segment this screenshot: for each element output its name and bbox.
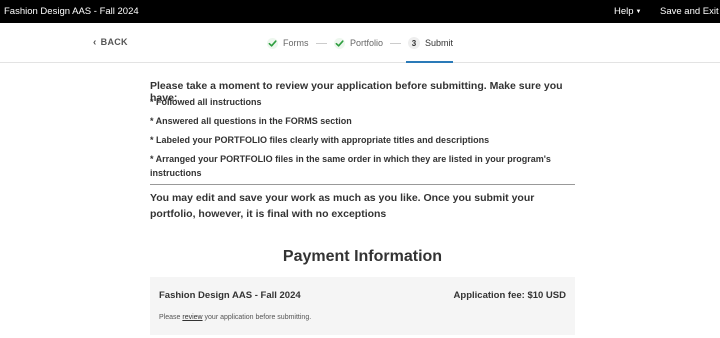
checklist-item: * Labeled your PORTFOLIO files clearly w… [150, 135, 490, 145]
payment-note: Please review your application before su… [159, 314, 311, 321]
divider [150, 184, 575, 185]
step-portfolio[interactable]: Portfolio [334, 35, 383, 51]
note-prefix: Please [159, 314, 183, 321]
back-label: BACK [100, 37, 128, 47]
caret-down-icon: ▼ [635, 9, 642, 15]
payment-program: Fashion Design AAS - Fall 2024 [159, 290, 301, 301]
payment-summary: Fashion Design AAS - Fall 2024 Applicati… [150, 277, 575, 335]
checklist-item: * Answered all questions in the FORMS se… [150, 116, 352, 126]
step-navigation: ‹ BACK Forms Portfolio 3 Submit [0, 23, 720, 63]
note-suffix: your application before submitting. [202, 314, 312, 321]
help-menu[interactable]: Help ▼ [614, 6, 642, 17]
step-separator [390, 43, 401, 44]
chevron-left-icon: ‹ [93, 37, 97, 48]
step-label: Portfolio [350, 38, 384, 48]
back-button[interactable]: ‹ BACK [93, 37, 128, 48]
step-separator [316, 43, 327, 44]
checklist-item: * Followed all instructions [150, 97, 262, 107]
step-submit[interactable]: 3 Submit [408, 35, 453, 51]
top-bar: Fashion Design AAS - Fall 2024 Help ▼ Sav… [0, 0, 720, 23]
application-fee: Application fee: $10 USD [453, 290, 566, 301]
save-and-exit-button[interactable]: Save and Exit [660, 6, 719, 17]
payment-heading: Payment Information [282, 248, 443, 265]
step-label: Submit [425, 38, 454, 48]
step-forms[interactable]: Forms [267, 35, 309, 51]
checklist-item: * Arranged your PORTFOLIO files in the s… [150, 154, 551, 178]
help-label: Help [614, 6, 634, 17]
app-title: Fashion Design AAS - Fall 2024 [4, 6, 139, 17]
review-link[interactable]: review [182, 314, 202, 321]
checkmark-icon [267, 37, 278, 49]
active-step-indicator [406, 61, 453, 63]
step-label: Forms [283, 38, 309, 48]
edit-note: You may edit and save your work as much … [150, 192, 535, 220]
step-number: 3 [408, 37, 420, 49]
checkmark-icon [334, 37, 345, 49]
